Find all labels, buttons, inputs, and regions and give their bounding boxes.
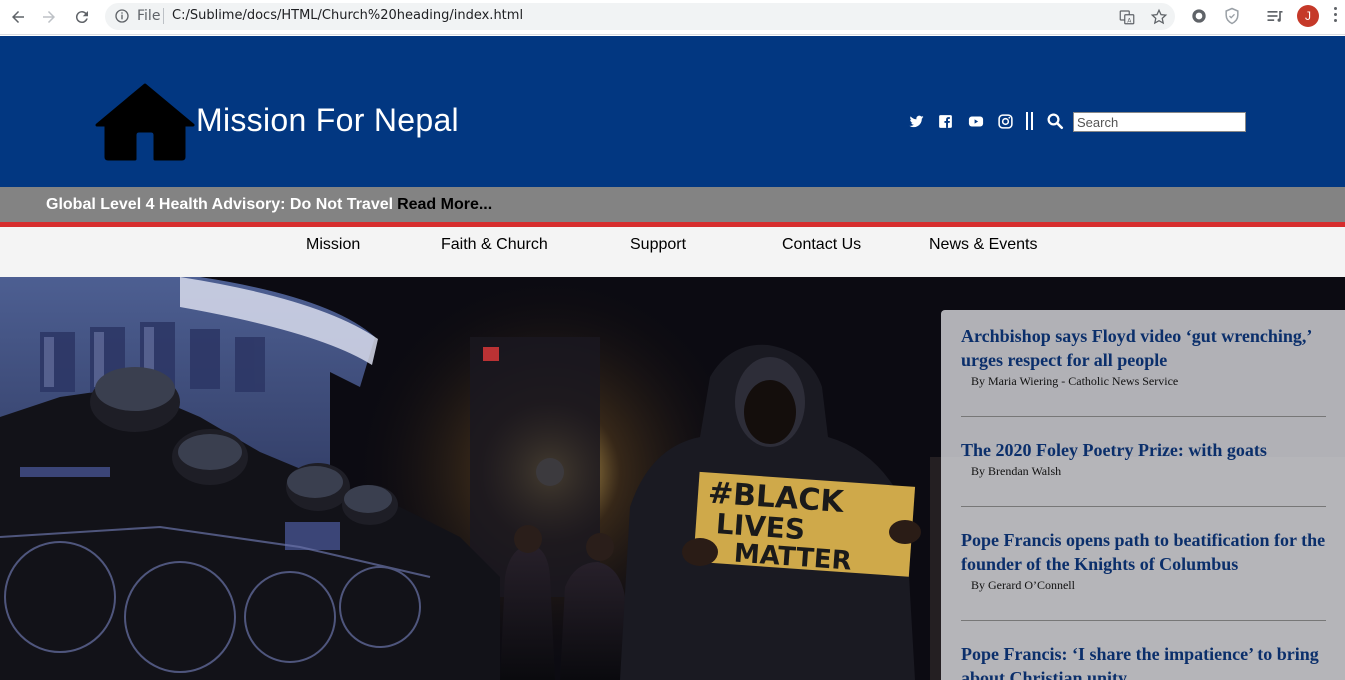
info-icon[interactable] [114,8,130,24]
url-scheme: File [137,8,161,24]
translate-icon[interactable]: A [1118,8,1136,26]
search-icon[interactable] [1046,112,1064,130]
nav-item-mission[interactable]: Mission [306,236,360,254]
advisory-bar: Global Level 4 Health Advisory: Do Not T… [0,187,1345,222]
site-header: Mission For Nepal [0,36,1345,187]
news-divider [961,620,1326,621]
shield-icon[interactable] [1222,6,1242,26]
news-item: Archbishop says Floyd video ‘gut wrenchi… [961,324,1326,389]
advisory-text: Global Level 4 Health Advisory: Do Not T… [46,196,394,213]
instagram-icon[interactable] [995,111,1015,131]
news-title[interactable]: The 2020 Foley Poetry Prize: with goats [961,438,1326,462]
site-title[interactable]: Mission For Nepal [196,102,459,139]
back-arrow-icon[interactable] [6,5,30,29]
news-byline: By Maria Wiering - Catholic News Service [971,374,1179,388]
news-divider [961,416,1326,417]
news-panel: Archbishop says Floyd video ‘gut wrenchi… [941,310,1345,680]
home-icon[interactable] [95,83,195,161]
news-item: The 2020 Foley Poetry Prize: with goats … [961,438,1326,479]
nav-item-support[interactable]: Support [630,236,686,254]
news-title[interactable]: Pope Francis: ‘I share the impatience’ t… [961,642,1326,680]
nav-item-faith-church[interactable]: Faith & Church [441,236,548,254]
profile-avatar[interactable]: J [1297,5,1319,27]
news-title[interactable]: Archbishop says Floyd video ‘gut wrenchi… [961,324,1326,372]
news-byline: By Brendan Walsh [971,464,1062,478]
news-divider [961,506,1326,507]
nav-item-news-events[interactable]: News & Events [929,236,1037,254]
twitter-icon[interactable] [906,111,926,131]
youtube-icon[interactable] [965,111,987,131]
news-byline: By Gerard O’Connell [971,578,1075,592]
star-icon[interactable] [1150,8,1168,26]
facebook-icon[interactable] [935,111,955,131]
news-title[interactable]: Pope Francis opens path to beatification… [961,528,1326,576]
forward-arrow-icon[interactable] [37,5,61,29]
reload-icon[interactable] [70,5,94,29]
read-more-link[interactable]: Read More... [397,196,492,213]
url-text[interactable]: C:/Sublime/docs/HTML/Church%20heading/in… [172,8,523,23]
news-item: Pope Francis: ‘I share the impatience’ t… [961,642,1326,680]
main-nav: Mission Faith & Church Support Contact U… [0,227,1345,277]
search-input[interactable] [1073,112,1246,132]
header-divider [1025,112,1035,130]
omnibox-separator [163,8,164,24]
nav-item-contact-us[interactable]: Contact Us [782,236,861,254]
address-bar[interactable]: File C:/Sublime/docs/HTML/Church%20headi… [105,3,1175,30]
browser-toolbar: File C:/Sublime/docs/HTML/Church%20headi… [0,0,1345,35]
advisory-message: Global Level 4 Health Advisory: Do Not T… [46,196,492,214]
media-queue-icon[interactable] [1265,6,1285,26]
news-item: Pope Francis opens path to beatification… [961,528,1326,593]
browser-menu-icon[interactable] [1333,7,1339,25]
extension-circle-icon[interactable] [1189,6,1209,26]
